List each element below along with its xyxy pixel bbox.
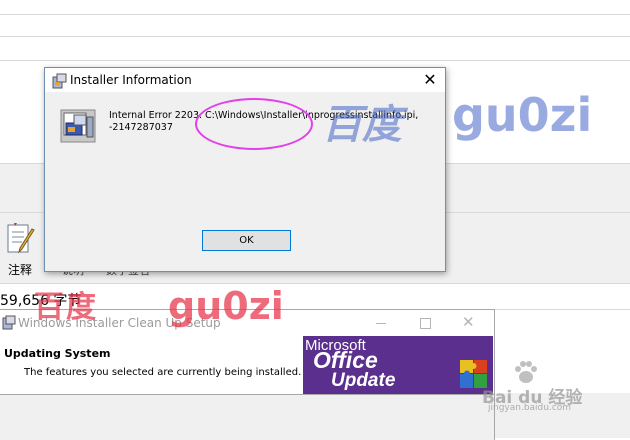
cleanup-footer <box>0 394 494 440</box>
highlight-circle <box>195 98 313 150</box>
bg-divider <box>0 14 630 15</box>
dialog-title-bar: Installer Information ✕ <box>45 68 445 92</box>
annotation-label[interactable]: 注释 <box>8 261 32 278</box>
file-size-text: 59,656 字节 <box>0 293 82 309</box>
baidu-paw-icon <box>512 360 540 384</box>
watermark-url: jingyan.baidu.com <box>488 403 572 413</box>
cleanup-setup-window: Windows Installer Clean Up Setup ✕ Updat… <box>0 309 495 440</box>
bg-divider <box>0 60 630 61</box>
close-icon[interactable]: ✕ <box>419 70 441 90</box>
bg-divider <box>0 283 630 284</box>
installer-app-icon <box>52 73 67 89</box>
installer-package-icon <box>60 109 96 143</box>
installer-app-icon <box>2 315 16 331</box>
cleanup-title-bar: Windows Installer Clean Up Setup ✕ <box>0 310 494 338</box>
close-icon[interactable]: ✕ <box>462 313 475 331</box>
office-update-banner: Microsoft Office Update <box>303 336 493 394</box>
maximize-icon[interactable] <box>420 318 431 329</box>
minimize-icon[interactable] <box>376 323 386 324</box>
installer-information-dialog: Installer Information ✕ Internal Error 2… <box>44 67 446 272</box>
banner-update: Update <box>331 370 396 391</box>
dialog-title-text: Installer Information <box>70 73 192 87</box>
watermark-text: gu0zi <box>452 88 593 142</box>
bg-divider <box>0 36 630 37</box>
ok-button[interactable]: OK <box>202 230 291 251</box>
annotation-icon[interactable] <box>4 222 40 256</box>
cleanup-title-text: Windows Installer Clean Up Setup <box>18 316 221 330</box>
updating-heading: Updating System <box>4 347 111 360</box>
updating-subtext: The features you selected are currently … <box>24 367 302 378</box>
